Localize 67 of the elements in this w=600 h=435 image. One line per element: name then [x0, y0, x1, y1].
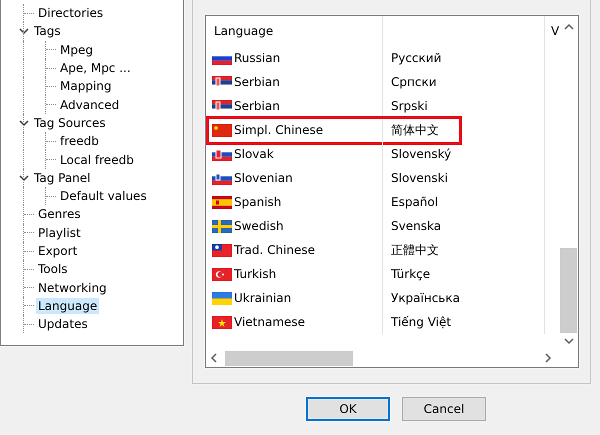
language-name[interactable]: Serbian — [234, 73, 280, 91]
scroll-right-icon[interactable] — [543, 353, 553, 363]
language-name[interactable]: Spanish — [234, 193, 282, 211]
flag-icon — [212, 220, 232, 232]
native-name: Русский — [391, 50, 442, 67]
tree-item[interactable]: Export — [36, 243, 80, 259]
native-name: 正體中文 — [391, 242, 439, 259]
tree-item[interactable]: Playlist — [36, 224, 83, 241]
tree-item[interactable]: Updates — [36, 316, 90, 332]
native-name: Srpski — [391, 98, 428, 115]
language-name[interactable]: Simpl. Chinese — [234, 121, 324, 139]
flag-icon — [212, 292, 232, 304]
language-name[interactable]: Slovenian — [234, 169, 293, 187]
native-name: Español — [391, 194, 438, 211]
tree-item[interactable]: Mapping — [58, 78, 114, 94]
scroll-up-icon[interactable] — [564, 22, 574, 32]
scroll-down-icon[interactable] — [564, 336, 574, 346]
tree-item[interactable]: Directories — [36, 5, 106, 22]
native-name: Türkçe — [391, 266, 430, 283]
collapse-chevron-icon[interactable] — [19, 27, 29, 36]
scroll-thumb[interactable] — [560, 248, 577, 333]
cancel-button[interactable]: Cancel — [402, 397, 486, 421]
tree-item[interactable]: Ape, Mpc ... — [58, 60, 133, 76]
tree-item[interactable]: Tags — [32, 23, 63, 40]
collapse-chevron-icon[interactable] — [19, 174, 29, 182]
language-name[interactable]: Russian — [234, 49, 280, 67]
language-list[interactable] — [205, 15, 579, 368]
tree-item[interactable]: Default values — [58, 188, 149, 204]
ok-button[interactable]: OK — [306, 397, 390, 421]
language-name[interactable]: Ukrainian — [234, 289, 292, 307]
native-name: Српски — [391, 74, 436, 91]
tree-item[interactable]: freedb — [58, 133, 101, 150]
scroll-thumb[interactable] — [225, 350, 353, 366]
tree-item[interactable]: Tag Panel — [32, 170, 93, 186]
collapse-chevron-icon[interactable] — [19, 118, 29, 127]
native-name: Tiếng Việt — [391, 314, 452, 331]
flag-icon — [212, 76, 232, 88]
flag-icon — [212, 316, 232, 328]
tree-item[interactable]: Tools — [36, 261, 70, 278]
flag-icon — [212, 244, 232, 256]
native-name: Svenska — [391, 218, 442, 235]
native-name: Українська — [391, 290, 460, 307]
tree-item[interactable]: Genres — [36, 206, 83, 222]
tree-item[interactable]: Language — [36, 298, 100, 314]
language-name[interactable]: Serbian — [234, 97, 280, 115]
flag-icon — [212, 196, 232, 208]
native-name: Slovenský — [391, 146, 452, 163]
flag-icon — [212, 124, 232, 136]
language-name[interactable]: Swedish — [234, 217, 284, 235]
flag-icon — [212, 172, 232, 184]
flag-icon — [212, 268, 232, 280]
column-header[interactable]: V — [545, 22, 559, 40]
language-name[interactable]: Trad. Chinese — [234, 241, 316, 259]
tree-item[interactable]: Mpeg — [58, 42, 95, 58]
language-name[interactable]: Turkish — [234, 265, 276, 283]
tree-item[interactable]: Networking — [36, 280, 109, 296]
flag-icon — [212, 148, 232, 160]
tree-item[interactable]: Tag Sources — [32, 114, 108, 131]
native-name: Slovenski — [391, 170, 448, 187]
language-name[interactable]: Vietnamese — [234, 313, 306, 331]
flag-icon — [212, 100, 232, 112]
column-header[interactable]: Language — [206, 16, 383, 46]
tree-item[interactable]: Advanced — [58, 96, 122, 113]
scroll-left-icon[interactable] — [209, 353, 219, 363]
native-name: 简体中文 — [391, 122, 439, 139]
tree-item[interactable]: Local freedb — [58, 152, 136, 168]
language-name[interactable]: Slovak — [234, 145, 274, 163]
